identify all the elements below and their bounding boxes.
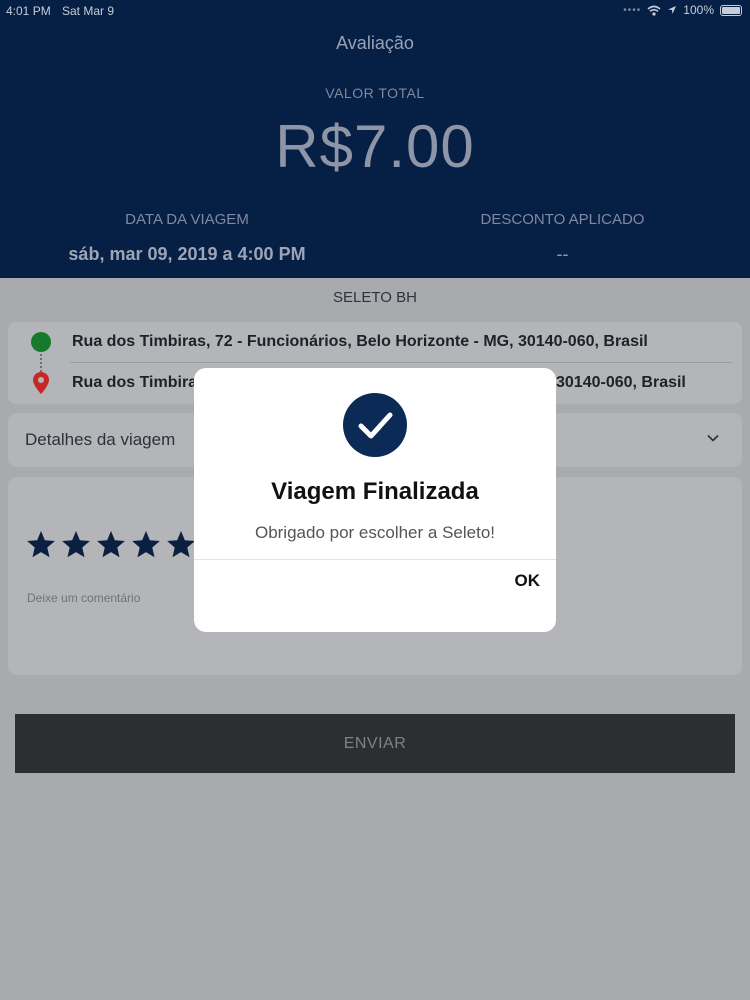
star-icon[interactable]: [25, 529, 57, 561]
page-title: Avaliação: [336, 33, 414, 53]
star-icon[interactable]: [130, 529, 162, 561]
status-right: •••• 100%: [623, 3, 742, 17]
total-value: R$7.00: [275, 113, 475, 180]
status-time: 4:01 PM: [6, 4, 51, 18]
checkmark-icon: [343, 393, 407, 457]
wifi-icon: [647, 5, 661, 16]
destination-address: Rua dos Timbiras: [72, 374, 206, 391]
location-arrow-icon: [668, 6, 677, 14]
dialog-divider: [194, 559, 556, 560]
check-glyph: [358, 412, 393, 439]
destination-address-end: 30140-060, Brasil: [556, 374, 686, 391]
battery-percent: 100%: [683, 3, 714, 17]
star-rating[interactable]: [25, 529, 197, 561]
star-icon[interactable]: [165, 529, 197, 561]
trip-details-label: Detalhes da viagem: [25, 430, 176, 449]
route-origin-row: Rua dos Timbiras, 72 - Funcionários, Bel…: [8, 322, 742, 362]
trip-finished-dialog: Viagem Finalizada Obrigado por escolher …: [194, 368, 556, 632]
origin-address: Rua dos Timbiras, 72 - Funcionários, Bel…: [72, 333, 648, 350]
origin-marker-icon: [31, 332, 51, 352]
discount-value: --: [556, 244, 569, 264]
trip-date-value: sáb, mar 09, 2019 a 4:00 PM: [68, 244, 306, 264]
trip-date-label: DATA DA VIAGEM: [125, 211, 249, 228]
status-bar: 4:01 PM Sat Mar 9 •••• 100%: [0, 0, 750, 22]
destination-pin-icon: [33, 372, 49, 394]
star-icon[interactable]: [95, 529, 127, 561]
status-date: Sat Mar 9: [62, 4, 115, 18]
dialog-message: Obrigado por escolher a Seleto!: [254, 523, 496, 542]
dialog-title: Viagem Finalizada: [271, 478, 479, 505]
chevron-down-icon: [707, 434, 719, 442]
multitask-dots-icon: ••••: [623, 4, 642, 16]
battery-icon: [720, 4, 742, 16]
company-name: SELETO BH: [333, 289, 417, 306]
discount-label: DESCONTO APLICADO: [480, 211, 645, 228]
header: 4:01 PM Sat Mar 9 •••• 100% Avaliação VA…: [0, 0, 750, 278]
comment-input[interactable]: Deixe um comentário: [27, 591, 140, 605]
ok-button[interactable]: OK: [515, 571, 541, 591]
send-button[interactable]: ENVIAR: [15, 714, 735, 773]
total-label: VALOR TOTAL: [325, 85, 425, 101]
star-icon[interactable]: [60, 529, 92, 561]
